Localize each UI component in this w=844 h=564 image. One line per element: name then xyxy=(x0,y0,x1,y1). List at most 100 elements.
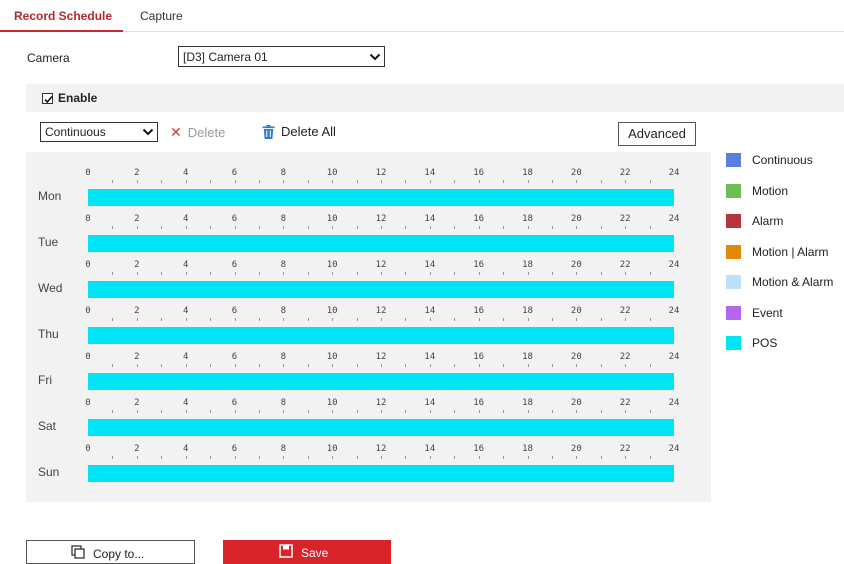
hour-tick-label: 14 xyxy=(424,352,436,362)
hour-tick-label: 16 xyxy=(473,260,485,270)
hour-tick-label: 18 xyxy=(522,352,533,362)
hour-tick-label: 16 xyxy=(473,306,485,316)
delete-all-button[interactable]: Delete All xyxy=(262,124,336,139)
hour-tick-mark xyxy=(478,364,480,367)
copy-to-button[interactable]: Copy to... xyxy=(26,540,195,564)
hour-tick-mark xyxy=(625,456,627,459)
hour-tick-mark xyxy=(551,272,553,275)
schedule-bar-tue[interactable] xyxy=(88,235,674,252)
advanced-button[interactable]: Advanced xyxy=(618,122,696,146)
hour-tick-mark xyxy=(381,364,382,367)
hour-tick-mark xyxy=(258,456,260,459)
hour-tick-label: 4 xyxy=(182,214,189,224)
hour-tick-mark xyxy=(454,180,456,183)
hour-tick-mark xyxy=(454,456,456,459)
enable-checkbox[interactable] xyxy=(42,93,53,104)
hour-tick-mark xyxy=(649,180,651,183)
save-button[interactable]: Save xyxy=(223,540,391,564)
hour-tick-label: 24 xyxy=(668,214,680,224)
hour-tick-mark xyxy=(600,364,602,367)
hour-tick-label: 6 xyxy=(231,214,238,224)
hour-tick-label: 0 xyxy=(85,168,91,178)
day-label: Mon xyxy=(38,189,62,203)
hour-tick-label: 12 xyxy=(375,352,387,362)
hour-tick-label: 6 xyxy=(231,444,238,454)
hour-tick-mark xyxy=(136,226,138,229)
schedule-bar-fri[interactable] xyxy=(88,373,674,390)
hour-tick-label: 10 xyxy=(326,444,338,454)
hour-tick-mark xyxy=(405,226,407,229)
hour-tick-label: 4 xyxy=(182,168,189,178)
schedule-bar-thu[interactable] xyxy=(88,327,674,344)
hour-tick-mark xyxy=(381,456,382,459)
hour-tick-label: 22 xyxy=(619,352,631,362)
legend-swatch xyxy=(726,275,741,289)
hour-tick-mark xyxy=(283,456,285,459)
hour-tick-mark xyxy=(332,456,334,459)
hour-tick-mark xyxy=(454,410,456,413)
delete-button[interactable]: ✕ Delete xyxy=(170,124,225,141)
record-type-select[interactable]: Continuous xyxy=(40,122,158,142)
hour-tick-mark xyxy=(503,364,505,367)
hour-tick-label: 6 xyxy=(231,352,238,362)
hour-tick-mark xyxy=(454,364,456,367)
hour-tick-mark xyxy=(551,318,553,321)
schedule-bar-sat[interactable] xyxy=(88,419,674,436)
hour-tick-mark xyxy=(454,318,456,321)
hour-tick-mark xyxy=(527,226,529,229)
hour-tick-mark xyxy=(600,456,602,459)
hour-tick-mark xyxy=(356,272,358,275)
camera-label: Camera xyxy=(27,51,70,65)
hour-tick-mark xyxy=(527,410,529,413)
checkmark-icon xyxy=(44,95,53,104)
hour-tick-mark xyxy=(503,180,505,183)
hour-tick-mark xyxy=(112,180,114,183)
hour-tick-label: 8 xyxy=(280,260,287,270)
hour-tick-mark xyxy=(429,180,431,183)
hour-tick-mark xyxy=(258,410,260,413)
close-icon: ✕ xyxy=(170,124,182,140)
hour-tick-label: 18 xyxy=(522,444,533,454)
hour-tick-mark xyxy=(307,410,309,413)
hour-tick-mark xyxy=(283,410,285,413)
legend-swatch xyxy=(726,153,741,167)
hour-tick-mark xyxy=(307,456,309,459)
hour-tick-mark xyxy=(161,410,163,413)
schedule-bar-wed[interactable] xyxy=(88,281,674,298)
day-row-thu: Thu 0 2 4 6 8 10 12 14 16 18 20 22 24 xyxy=(26,306,711,352)
hour-ruler: 0 2 4 6 8 10 12 14 16 18 20 22 24 xyxy=(85,214,679,229)
hour-tick-label: 4 xyxy=(182,260,189,270)
hour-tick-mark xyxy=(454,272,456,275)
tab-bar: Record Schedule Capture xyxy=(0,0,844,32)
enable-label: Enable xyxy=(58,91,98,105)
hour-tick-label: 24 xyxy=(668,398,680,408)
hour-tick-mark xyxy=(112,456,114,459)
hour-tick-label: 8 xyxy=(280,306,287,316)
tab-capture[interactable]: Capture xyxy=(140,9,183,23)
hour-tick-mark xyxy=(625,180,627,183)
hour-tick-mark xyxy=(161,180,163,183)
hour-ruler: 0 2 4 6 8 10 12 14 16 18 20 22 24 xyxy=(85,260,679,275)
hour-tick-mark xyxy=(161,456,163,459)
hour-tick-label: 22 xyxy=(619,260,631,270)
hour-tick-mark xyxy=(625,226,627,229)
hour-tick-mark xyxy=(576,364,578,367)
hour-tick-mark xyxy=(478,226,480,229)
hour-tick-mark xyxy=(625,410,627,413)
hour-tick-mark xyxy=(185,364,187,367)
hour-tick-mark xyxy=(283,180,285,183)
hour-tick-mark xyxy=(405,410,407,413)
hour-tick-mark xyxy=(258,272,260,275)
schedule-bar-mon[interactable] xyxy=(88,189,674,206)
hour-tick-label: 16 xyxy=(473,168,485,178)
tab-record-schedule[interactable]: Record Schedule xyxy=(0,9,124,32)
copy-to-label: Copy to... xyxy=(93,547,145,561)
hour-tick-label: 22 xyxy=(619,214,631,224)
hour-tick-mark xyxy=(429,364,431,367)
hour-tick-mark xyxy=(356,318,358,321)
camera-select[interactable]: [D3] Camera 01 xyxy=(178,46,385,67)
hour-tick-mark xyxy=(576,180,578,183)
schedule-bar-sun[interactable] xyxy=(88,465,674,482)
hour-tick-mark xyxy=(356,456,358,459)
hour-ruler: 0 2 4 6 8 10 12 14 16 18 20 22 24 xyxy=(85,398,679,413)
